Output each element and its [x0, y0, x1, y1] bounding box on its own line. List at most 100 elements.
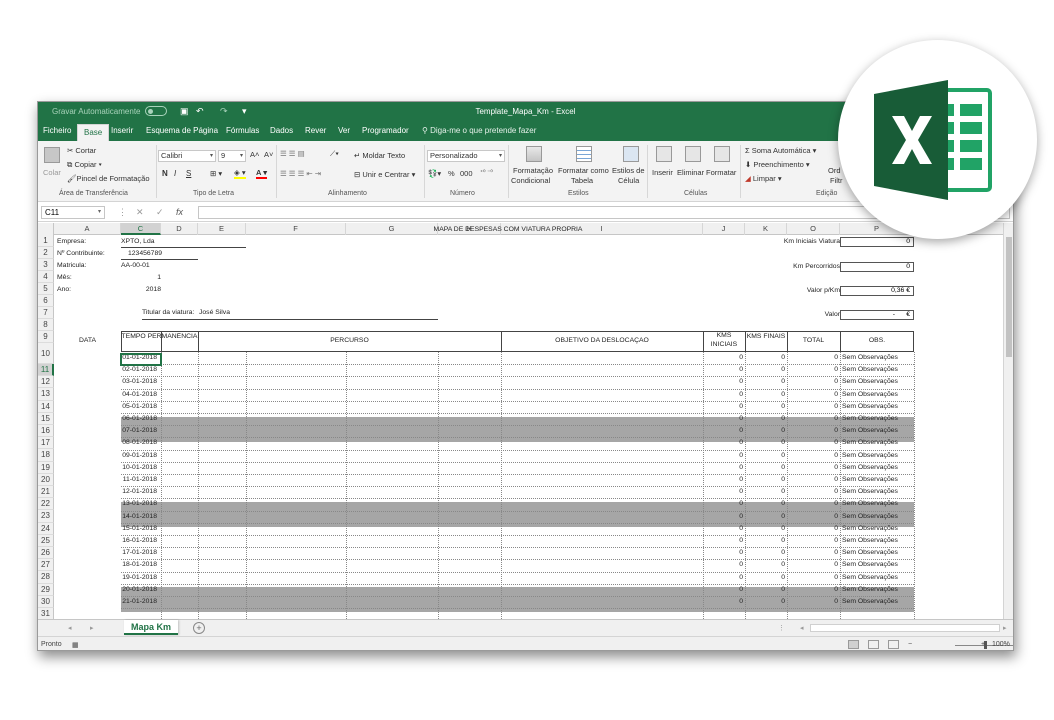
delete-cells-button[interactable]: Eliminar: [677, 168, 704, 177]
wrap-text-button[interactable]: ↵ Moldar Texto: [354, 151, 405, 160]
km-end-cell[interactable]: 0: [745, 525, 785, 532]
km-start-cell[interactable]: 0: [703, 586, 743, 593]
total-cell[interactable]: 0: [787, 427, 838, 434]
date-cell[interactable]: 09-01-2018: [54, 452, 157, 459]
date-cell[interactable]: 19-01-2018: [54, 574, 157, 581]
km-start-cell[interactable]: 0: [703, 500, 743, 507]
km-end-cell[interactable]: 0: [745, 574, 785, 581]
row-header[interactable]: 26: [38, 547, 54, 560]
obs-cell[interactable]: Sem Observações: [842, 549, 914, 556]
date-cell[interactable]: 13-01-2018: [54, 500, 157, 507]
align-top-icon[interactable]: ☰ ☰ ▤: [280, 149, 305, 158]
total-cell[interactable]: 0: [787, 513, 838, 520]
tell-me-search[interactable]: ⚲ Diga-me o que pretende fazer: [422, 126, 536, 135]
insert-function-icon[interactable]: fx: [176, 207, 183, 217]
bold-button[interactable]: N: [162, 169, 168, 178]
km-end-cell[interactable]: 0: [745, 513, 785, 520]
km-end-cell[interactable]: 0: [745, 366, 785, 373]
km-end-cell[interactable]: 0: [745, 452, 785, 459]
scroll-right-icon[interactable]: ▸: [1003, 624, 1007, 632]
paste-button[interactable]: Colar: [43, 168, 61, 177]
date-cell[interactable]: 12-01-2018: [54, 488, 157, 495]
row-header[interactable]: 9: [38, 331, 54, 343]
km-start-cell[interactable]: 0: [703, 549, 743, 556]
km-start-cell[interactable]: 0: [703, 574, 743, 581]
obs-cell[interactable]: Sem Observações: [842, 415, 914, 422]
km-start-cell[interactable]: 0: [703, 403, 743, 410]
worksheet-grid[interactable]: A C D E F G H I J K O P 1 2 3 4 5 6 7 8 9 10 11 12 1…: [38, 223, 1013, 619]
total-cell[interactable]: 0: [787, 464, 838, 471]
row-header[interactable]: 28: [38, 571, 54, 584]
km-start-cell[interactable]: 0: [703, 476, 743, 483]
obs-cell[interactable]: Sem Observações: [842, 525, 914, 532]
row-header[interactable]: 19: [38, 461, 54, 474]
obs-cell[interactable]: Sem Observações: [842, 378, 914, 385]
total-cell[interactable]: 0: [787, 537, 838, 544]
obs-cell[interactable]: Sem Observações: [842, 488, 914, 495]
row-header[interactable]: 17: [38, 437, 54, 450]
select-all-corner[interactable]: [38, 223, 54, 235]
total-cell[interactable]: 0: [787, 403, 838, 410]
row-header[interactable]: 31: [38, 608, 54, 619]
total-cell[interactable]: 0: [787, 561, 838, 568]
tab-view[interactable]: Ver: [338, 126, 350, 135]
row-header[interactable]: 21: [38, 486, 54, 499]
tab-insert[interactable]: Inserir: [111, 126, 133, 135]
row-header[interactable]: 2: [38, 247, 54, 259]
km-end-cell[interactable]: 0: [745, 500, 785, 507]
km-end-cell[interactable]: 0: [745, 537, 785, 544]
column-header[interactable]: F: [246, 223, 346, 235]
km-end-cell[interactable]: 0: [745, 378, 785, 385]
add-sheet-button[interactable]: +: [193, 622, 205, 634]
column-header-selected[interactable]: C: [121, 223, 161, 235]
tab-formulas[interactable]: Fórmulas: [226, 126, 259, 135]
grow-font-button[interactable]: A˄: [250, 150, 259, 159]
copy-button[interactable]: ⧉ Copiar ▾: [67, 160, 102, 170]
obs-cell[interactable]: Sem Observações: [842, 427, 914, 434]
borders-icon[interactable]: ⊞ ▾: [210, 169, 222, 178]
date-cell[interactable]: 04-01-2018: [54, 391, 157, 398]
obs-cell[interactable]: Sem Observações: [842, 574, 914, 581]
format-as-table-button[interactable]: Formatar como: [558, 166, 609, 175]
date-cell[interactable]: 15-01-2018: [54, 525, 157, 532]
insert-cells-button[interactable]: Inserir: [652, 168, 673, 177]
row-header[interactable]: 23: [38, 510, 54, 523]
km-start-cell[interactable]: 0: [703, 439, 743, 446]
obs-cell[interactable]: Sem Observações: [842, 439, 914, 446]
km-end-cell[interactable]: 0: [745, 391, 785, 398]
tab-file[interactable]: Ficheiro: [43, 126, 71, 135]
km-end-cell[interactable]: 0: [745, 427, 785, 434]
total-cell[interactable]: 0: [787, 525, 838, 532]
scroll-thumb[interactable]: [1006, 237, 1012, 357]
value-km-value[interactable]: 0,36 €: [840, 286, 914, 296]
column-header[interactable]: J: [703, 223, 745, 235]
km-end-cell[interactable]: 0: [745, 403, 785, 410]
obs-cell[interactable]: Sem Observações: [842, 537, 914, 544]
km-start-cell[interactable]: 0: [703, 561, 743, 568]
km-total-value[interactable]: 0: [840, 262, 914, 272]
km-start-cell[interactable]: 0: [703, 415, 743, 422]
row-header[interactable]: 8: [38, 319, 54, 331]
obs-cell[interactable]: Sem Observações: [842, 476, 914, 483]
row-header[interactable]: 12: [38, 376, 54, 389]
km-start-cell[interactable]: 0: [703, 598, 743, 605]
row-header[interactable]: 30: [38, 595, 54, 608]
km-start-value[interactable]: 0: [840, 237, 914, 247]
total-cell[interactable]: 0: [787, 354, 838, 361]
date-cell[interactable]: 08-01-2018: [54, 439, 157, 446]
km-end-cell[interactable]: 0: [745, 439, 785, 446]
km-end-cell[interactable]: 0: [745, 464, 785, 471]
row-header[interactable]: 13: [38, 388, 54, 401]
date-cell[interactable]: 16-01-2018: [54, 537, 157, 544]
row-header[interactable]: 18: [38, 449, 54, 462]
font-size-select[interactable]: 9 ▾: [218, 150, 246, 162]
row-header[interactable]: 27: [38, 559, 54, 572]
clear-button[interactable]: ◢ Limpar ▾: [745, 174, 782, 183]
km-start-cell[interactable]: 0: [703, 391, 743, 398]
total-cell[interactable]: 0: [787, 452, 838, 459]
row-header[interactable]: 6: [38, 295, 54, 307]
tab-data[interactable]: Dados: [270, 126, 293, 135]
row-header[interactable]: 4: [38, 271, 54, 283]
date-cell[interactable]: 21-01-2018: [54, 598, 157, 605]
obs-cell[interactable]: Sem Observações: [842, 586, 914, 593]
